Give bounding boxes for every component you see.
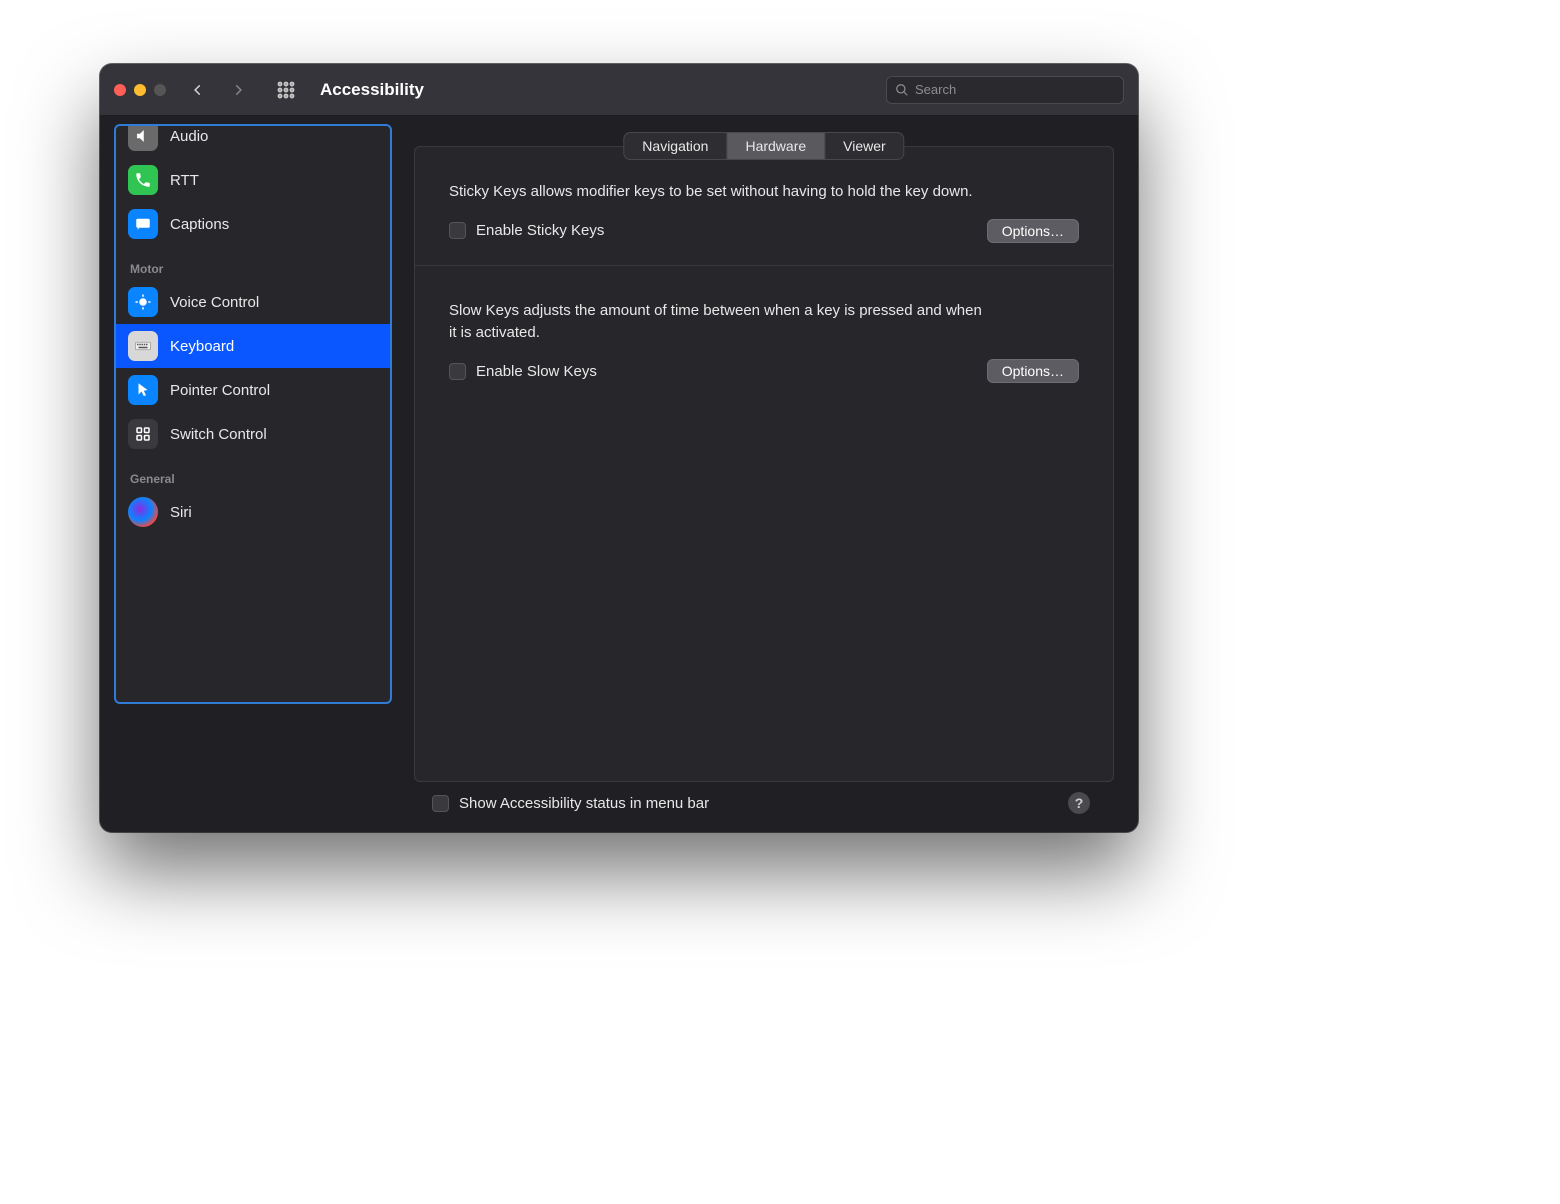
show-status-checkbox[interactable]: Show Accessibility status in menu bar — [432, 795, 709, 812]
sidebar-item-pointer-control[interactable]: Pointer Control — [116, 368, 390, 412]
sidebar-item-label: Captions — [170, 216, 229, 233]
checkbox-label: Enable Sticky Keys — [476, 222, 604, 239]
sticky-keys-description: Sticky Keys allows modifier keys to be s… — [449, 181, 989, 203]
sidebar-item-audio[interactable]: Audio — [116, 124, 390, 158]
sidebar[interactable]: Audio RTT Captions Motor — [114, 124, 392, 704]
sticky-keys-section: Sticky Keys allows modifier keys to be s… — [415, 147, 1113, 266]
forward-button — [224, 76, 252, 104]
pointer-control-icon — [128, 375, 158, 405]
voice-control-icon — [128, 287, 158, 317]
minimize-button[interactable] — [134, 84, 146, 96]
sidebar-item-voice-control[interactable]: Voice Control — [116, 280, 390, 324]
help-button[interactable]: ? — [1068, 792, 1090, 814]
checkbox-box — [449, 363, 466, 380]
sidebar-item-rtt[interactable]: RTT — [116, 158, 390, 202]
captions-icon — [128, 209, 158, 239]
settings-panel: Navigation Hardware Viewer Sticky Keys a… — [414, 146, 1114, 782]
sidebar-item-label: Switch Control — [170, 426, 267, 443]
keyboard-icon — [128, 331, 158, 361]
sidebar-item-label: Pointer Control — [170, 382, 270, 399]
toolbar: Accessibility — [100, 64, 1138, 116]
search-input[interactable] — [915, 82, 1115, 97]
window-controls — [114, 84, 166, 96]
siri-icon — [128, 497, 158, 527]
checkbox-box — [432, 795, 449, 812]
sidebar-item-keyboard[interactable]: Keyboard — [116, 324, 390, 368]
sticky-keys-options-button[interactable]: Options… — [987, 219, 1079, 243]
tab-bar: Navigation Hardware Viewer — [623, 132, 904, 160]
sidebar-item-label: Voice Control — [170, 294, 259, 311]
sidebar-item-siri[interactable]: Siri — [116, 490, 390, 534]
sidebar-item-captions[interactable]: Captions — [116, 202, 390, 246]
switch-control-icon — [128, 419, 158, 449]
slow-keys-section: Slow Keys adjusts the amount of time bet… — [415, 266, 1113, 406]
slow-keys-options-button[interactable]: Options… — [987, 359, 1079, 383]
window-body: Audio RTT Captions Motor — [100, 116, 1138, 832]
tab-hardware[interactable]: Hardware — [727, 133, 825, 159]
back-button[interactable] — [184, 76, 212, 104]
sidebar-item-label: Keyboard — [170, 338, 234, 355]
sidebar-item-switch-control[interactable]: Switch Control — [116, 412, 390, 456]
tab-viewer[interactable]: Viewer — [825, 133, 904, 159]
zoom-button — [154, 84, 166, 96]
main-content: Navigation Hardware Viewer Sticky Keys a… — [400, 116, 1138, 832]
sidebar-item-label: RTT — [170, 172, 199, 189]
search-field[interactable] — [886, 76, 1124, 104]
sidebar-item-label: Siri — [170, 504, 192, 521]
search-icon — [895, 83, 909, 97]
checkbox-box — [449, 222, 466, 239]
sidebar-group-motor: Motor — [116, 246, 390, 280]
system-preferences-window: Accessibility Audio RTT — [100, 64, 1138, 832]
enable-sticky-keys-checkbox[interactable]: Enable Sticky Keys — [449, 222, 604, 239]
close-button[interactable] — [114, 84, 126, 96]
sidebar-item-label: Audio — [170, 128, 208, 145]
sidebar-group-general: General — [116, 456, 390, 490]
checkbox-label: Enable Slow Keys — [476, 363, 597, 380]
enable-slow-keys-checkbox[interactable]: Enable Slow Keys — [449, 363, 597, 380]
checkbox-label: Show Accessibility status in menu bar — [459, 795, 709, 812]
sidebar-container: Audio RTT Captions Motor — [100, 116, 400, 832]
tab-navigation[interactable]: Navigation — [624, 133, 727, 159]
rtt-icon — [128, 165, 158, 195]
slow-keys-description: Slow Keys adjusts the amount of time bet… — [449, 300, 989, 344]
footer: Show Accessibility status in menu bar ? — [414, 782, 1114, 818]
window-title: Accessibility — [320, 80, 424, 100]
audio-icon — [128, 124, 158, 151]
show-all-button[interactable] — [272, 76, 300, 104]
